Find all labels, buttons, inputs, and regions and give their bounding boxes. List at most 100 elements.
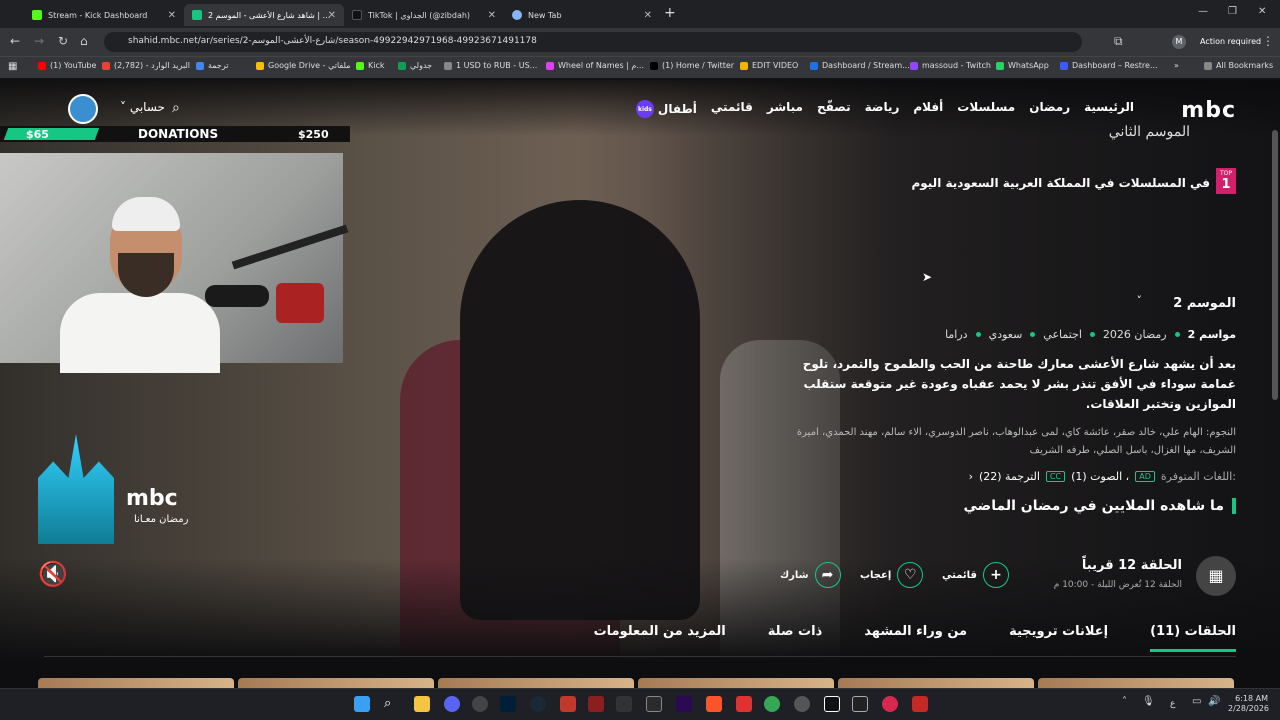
nav-kids[interactable]: kids أطفال [635, 100, 697, 118]
browser-tab-active[interactable]: شاهد شارع الأعشى - الموسم 2 | ... ✕ [184, 4, 344, 26]
tab-trailers[interactable]: إعلانات ترويجية [1009, 624, 1108, 652]
close-icon[interactable]: ✕ [644, 10, 652, 21]
volume-icon[interactable]: 🔊 [1208, 697, 1220, 707]
menu-icon[interactable]: ⋮ [1262, 34, 1274, 48]
bookmark-item[interactable]: Dashboard / Stream... [810, 61, 910, 70]
close-icon[interactable]: ✕ [168, 10, 176, 21]
url-text[interactable]: shahid.mbc.net/ar/series/2-شارع-الأعشى-ا… [128, 36, 537, 46]
tab-behind-scenes[interactable]: من وراء المشهد [864, 624, 967, 652]
forward-icon[interactable]: → [34, 34, 44, 48]
episode-thumbnail[interactable] [38, 678, 234, 688]
profile-avatar[interactable]: M [1172, 35, 1186, 49]
discord-icon[interactable] [444, 696, 460, 712]
steam-icon[interactable] [530, 696, 546, 712]
tab-episodes[interactable]: الحلقات (11) [1150, 624, 1236, 652]
input-language[interactable]: ع [1170, 699, 1175, 709]
browser-tab[interactable]: Stream - Kick Dashboard ✕ [24, 4, 184, 26]
extensions-icon[interactable]: ⧉ [1114, 34, 1123, 49]
windows-start-icon[interactable] [354, 696, 370, 712]
app-icon[interactable] [794, 696, 810, 712]
new-tab-button[interactable]: + [664, 5, 676, 21]
app-icon[interactable] [852, 696, 868, 712]
mbc-logo[interactable]: mbc [1181, 98, 1236, 123]
search-icon[interactable]: ⌕ [172, 100, 180, 116]
tray-chevron-icon[interactable]: ˄ [1122, 697, 1127, 707]
photoshop-icon[interactable] [500, 696, 516, 712]
bookmark-item[interactable]: massoud - Twitch [910, 61, 991, 70]
episode-thumbnail[interactable] [438, 678, 634, 688]
nav-series[interactable]: مسلسلات [957, 100, 1015, 118]
scrollbar[interactable] [1272, 130, 1278, 400]
nav-ramadan[interactable]: رمضان [1029, 100, 1070, 118]
browser-tab[interactable]: New Tab ✕ [504, 4, 660, 26]
bookmark-item[interactable]: جدولي [398, 61, 432, 70]
brave-icon[interactable] [706, 696, 722, 712]
episode-thumbnail[interactable] [238, 678, 434, 688]
nav-home[interactable]: الرئيسية [1084, 100, 1134, 118]
bookmark-item[interactable]: Wheel of Names | م... [546, 61, 644, 70]
bookmark-item[interactable]: 1 USD to RUB - US... [444, 61, 537, 70]
app-icon[interactable] [912, 696, 928, 712]
bookmark-item[interactable]: (1) Home / Twitter [650, 61, 734, 70]
bookmarks-overflow-icon[interactable]: » [1174, 61, 1179, 70]
bookmark-item[interactable]: Google Drive - ملفاتي [256, 61, 350, 70]
file-explorer-icon[interactable] [414, 696, 430, 712]
episode-thumbnail[interactable] [838, 678, 1034, 688]
bookmark-item[interactable]: Dashboard – Restre... [1060, 61, 1158, 70]
streamer-body [60, 293, 220, 373]
nav-browse[interactable]: تصفّح [817, 100, 851, 118]
back-icon[interactable]: ← [10, 34, 20, 48]
chevron-down-icon[interactable]: ˅ [1137, 294, 1143, 307]
kick-icon [32, 10, 42, 20]
bookmark-item[interactable]: ترجمة [196, 61, 229, 70]
chevron-right-icon[interactable]: › [969, 470, 973, 483]
app-icon[interactable] [736, 696, 752, 712]
bookmark-item[interactable]: البريد الوارد - (2,782) [102, 61, 190, 70]
episode-thumbnail[interactable] [1038, 678, 1234, 688]
microphone-icon[interactable]: 🎙 [1142, 697, 1155, 707]
bookmark-item[interactable]: Kick [356, 61, 385, 70]
share-button[interactable]: شارك ➦ [780, 562, 841, 588]
bookmark-item[interactable]: EDIT VIDEO [740, 61, 798, 70]
nav-movies[interactable]: أفلام [913, 100, 943, 118]
app-icon[interactable] [588, 696, 604, 712]
app-icon[interactable] [616, 696, 632, 712]
all-bookmarks[interactable]: All Bookmarks [1204, 61, 1273, 70]
app-icon[interactable] [646, 696, 662, 712]
close-icon[interactable]: ✕ [488, 10, 496, 21]
season-selector[interactable]: الموسم 2 [1173, 296, 1236, 311]
search-icon[interactable]: ⌕ [384, 696, 400, 712]
mute-icon[interactable]: 🔇 [38, 560, 68, 588]
nav-sports[interactable]: رياضة [865, 100, 900, 118]
app-icon[interactable] [560, 696, 576, 712]
media-player-icon[interactable] [472, 696, 488, 712]
nav-live[interactable]: مباشر [767, 100, 803, 118]
minimize-button[interactable]: — [1198, 6, 1208, 17]
avatar[interactable] [68, 94, 98, 124]
donation-goal: $250 [298, 128, 329, 141]
maximize-button[interactable]: ❐ [1228, 6, 1237, 17]
chrome-icon[interactable] [764, 696, 780, 712]
reload-icon[interactable]: ↻ [58, 34, 68, 48]
clock[interactable]: 6:18 AM 2/28/2026 [1228, 694, 1269, 714]
network-icon[interactable]: ▭ [1192, 697, 1201, 707]
home-icon[interactable]: ⌂ [80, 34, 88, 48]
capcut-icon[interactable] [824, 696, 840, 712]
tab-related[interactable]: ذات صلة [768, 624, 822, 652]
episode-thumbnail[interactable] [638, 678, 834, 688]
app-icon[interactable] [882, 696, 898, 712]
action-required-button[interactable]: Action required [1200, 37, 1261, 46]
tab-more-info[interactable]: المزيد من المعلومات [594, 624, 726, 652]
browser-tab[interactable]: TikTok | الجداوي (@zibdah) ✕ [344, 4, 504, 26]
nav-mylist[interactable]: قائمتي [711, 100, 753, 118]
donation-label: DONATIONS [138, 127, 219, 141]
bookmark-item[interactable]: WhatsApp [996, 61, 1049, 70]
apps-icon[interactable]: ▦ [8, 61, 17, 72]
close-icon[interactable]: ✕ [328, 10, 336, 21]
mylist-button[interactable]: قائمتي + [942, 562, 1009, 588]
bookmark-item[interactable]: (1) YouTube [38, 61, 96, 70]
like-button[interactable]: إعجاب ♡ [860, 562, 924, 588]
premiere-icon[interactable] [676, 696, 692, 712]
account-menu[interactable]: ˅ حسابي [120, 100, 165, 114]
window-close-button[interactable]: ✕ [1258, 6, 1266, 17]
